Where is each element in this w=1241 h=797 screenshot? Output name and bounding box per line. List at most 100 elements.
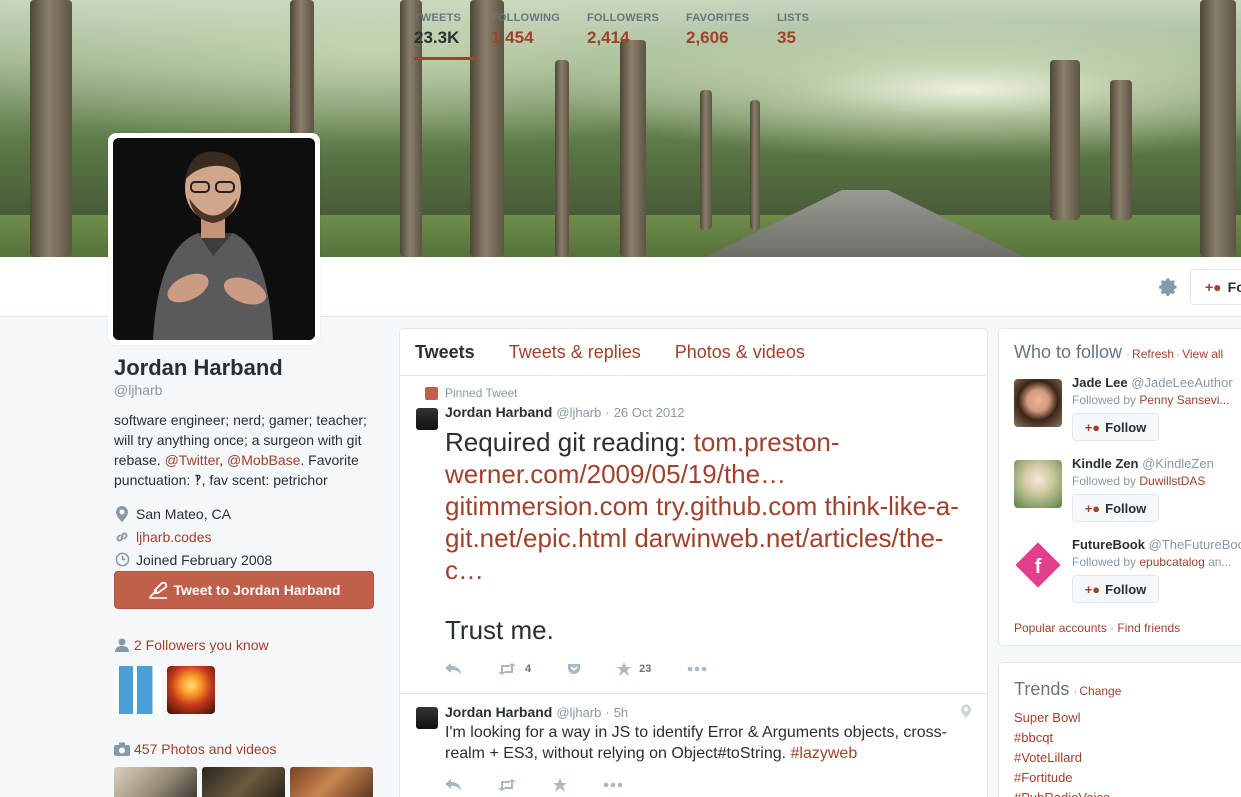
followers-you-know[interactable]: 2 Followers you know [114, 637, 269, 653]
pocket-icon[interactable] [567, 663, 581, 675]
follow-button[interactable]: +● Follow [1072, 413, 1159, 441]
suggestion-avatar[interactable] [1014, 460, 1062, 508]
more-icon[interactable] [603, 782, 623, 788]
suggestion-name[interactable]: Kindle Zen @KindleZen [1072, 456, 1241, 471]
stat-lists[interactable]: LISTS 35 [777, 12, 809, 60]
trend-item[interactable]: #VoteLillard [1014, 748, 1241, 768]
suggestion-fullname: FutureBook [1072, 537, 1145, 552]
link-icon [114, 530, 130, 544]
reply-icon[interactable] [445, 663, 461, 675]
more-icon[interactable] [687, 666, 707, 672]
pinned-text: Pinned Tweet [445, 386, 518, 400]
popular-accounts-link[interactable]: Popular accounts [1014, 621, 1107, 635]
followers-you-know-avatars [114, 666, 215, 714]
photo-thumbnail[interactable] [290, 767, 373, 797]
suggestion-item: Kindle Zen @KindleZen Followed by Duwill… [1014, 456, 1241, 526]
tweet-timestamp[interactable]: 5h [614, 705, 628, 720]
stat-tweets[interactable]: TWEETS 23.3K [414, 12, 476, 60]
tweet-link[interactable]: gitimmersion.com [445, 491, 649, 521]
location-pin-icon [114, 505, 130, 522]
title-separator: · [1176, 347, 1181, 361]
tweet-author-handle[interactable]: @ljharb [556, 705, 601, 720]
trend-item[interactable]: #bbcqt [1014, 728, 1241, 748]
tweet-header: Jordan Harband @ljharb · 26 Oct 2012 [445, 404, 972, 420]
hashtag-link[interactable]: #lazyweb [791, 745, 858, 762]
reply-icon[interactable] [445, 779, 461, 791]
stat-followers[interactable]: FOLLOWERS 2,414 [587, 12, 659, 60]
stat-favorites[interactable]: FAVORITES 2,606 [686, 12, 749, 60]
tab-tweets[interactable]: Tweets [415, 342, 475, 363]
retweet-icon [497, 663, 517, 675]
suggestion-handle: @TheFutureBoo [1148, 537, 1241, 552]
avatar[interactable] [108, 133, 320, 345]
website-link[interactable]: ljharb.codes [136, 529, 212, 545]
trend-item[interactable]: Super Bowl [1014, 708, 1241, 728]
profile-handle[interactable]: @ljharb [114, 382, 376, 398]
change-link[interactable]: Change [1079, 684, 1121, 698]
tweet-recent[interactable]: Jordan Harband @ljharb · 5h I'm looking … [400, 694, 987, 797]
followers-you-know-link[interactable]: 2 Followers you know [134, 637, 269, 653]
tweet-to-label: Tweet to Jordan Harband [173, 582, 341, 598]
tweet-avatar[interactable] [416, 707, 438, 729]
tweet-author-handle[interactable]: @ljharb [556, 405, 601, 420]
tweet-author-name[interactable]: Jordan Harband [445, 704, 552, 720]
suggestion-name[interactable]: Jade Lee @JadeLeeAuthor [1072, 375, 1241, 390]
location-pin-icon[interactable] [961, 704, 971, 721]
photo-thumbnail[interactable] [114, 767, 197, 797]
follow-button[interactable]: +● Fo [1190, 269, 1241, 305]
favorite-count: 23 [639, 663, 652, 675]
pin-icon [425, 386, 438, 400]
retweet-button[interactable]: 4 [497, 663, 531, 675]
trend-item[interactable]: #PubRadioVoice [1014, 788, 1241, 797]
retweet-count: 4 [525, 663, 532, 675]
tweet-pinned[interactable]: Pinned Tweet Jordan Harband @ljharb · 26… [400, 376, 987, 694]
find-friends-link[interactable]: Find friends [1117, 621, 1180, 635]
followed-by-name[interactable]: DuwillstDAS [1139, 474, 1205, 488]
tweet-avatar[interactable] [416, 408, 438, 430]
followed-by: Followed by DuwillstDAS [1072, 474, 1241, 488]
suggestion-fullname: Jade Lee [1072, 375, 1128, 390]
photo-thumbnail[interactable] [202, 767, 285, 797]
tweet-author-name[interactable]: Jordan Harband [445, 404, 552, 420]
suggestion-fullname: Kindle Zen [1072, 456, 1139, 471]
trend-item[interactable]: #Fortitude [1014, 768, 1241, 788]
refresh-link[interactable]: Refresh [1132, 347, 1174, 361]
profile-name[interactable]: Jordan Harband [114, 355, 376, 381]
follower-avatar[interactable] [114, 666, 162, 714]
quill-icon [148, 581, 168, 599]
suggestion-item: Jade Lee @JadeLeeAuthor Followed by Penn… [1014, 375, 1241, 445]
tweet-to-button[interactable]: Tweet to Jordan Harband [114, 571, 374, 609]
gear-icon[interactable] [1157, 276, 1179, 298]
trends-header: Trends · Change [1014, 679, 1241, 700]
follower-avatar[interactable] [167, 666, 215, 714]
stat-lists-label: LISTS [777, 12, 810, 24]
timeline: Tweets Tweets & replies Photos & videos … [399, 328, 988, 797]
followed-by-name[interactable]: epubcatalog [1139, 555, 1204, 569]
bio-link-mobbase[interactable]: @MobBase [227, 452, 300, 468]
profile-location: San Mateo, CA [114, 504, 376, 523]
star-icon[interactable] [553, 778, 567, 792]
calendar-clock-icon [114, 552, 130, 567]
view-all-link[interactable]: View all [1182, 347, 1223, 361]
retweet-icon[interactable] [497, 779, 517, 791]
bio-link-twitter[interactable]: @Twitter [165, 452, 220, 468]
followed-by-name[interactable]: Penny Sansevi... [1139, 393, 1229, 407]
follow-button[interactable]: +● Follow [1072, 575, 1159, 603]
follow-button[interactable]: +● Follow [1072, 494, 1159, 522]
photos-and-videos[interactable]: 457 Photos and videos [114, 741, 276, 757]
photos-and-videos-link[interactable]: 457 Photos and videos [134, 741, 276, 757]
tweet-link[interactable]: try.github.com [656, 491, 817, 521]
tab-tweets-and-replies[interactable]: Tweets & replies [509, 342, 641, 363]
suggestion-avatar[interactable] [1014, 379, 1062, 427]
tab-photos-and-videos[interactable]: Photos & videos [675, 342, 805, 363]
suggestion-handle: @KindleZen [1142, 456, 1214, 471]
stat-following-value: 1,454 [491, 28, 534, 47]
suggestion-name[interactable]: FutureBook @TheFutureBoo [1072, 537, 1241, 552]
tweet-text-intro: Required git reading: [445, 427, 694, 457]
favorite-button[interactable]: 23 [617, 662, 651, 676]
avatar-photo [113, 138, 315, 340]
tweet-timestamp[interactable]: 26 Oct 2012 [614, 405, 685, 420]
stat-following[interactable]: FOLLOWING 1,454 [491, 12, 560, 60]
suggestion-avatar[interactable]: f [1014, 541, 1062, 589]
tweet-text: Required git reading: tom.preston-werner… [445, 426, 972, 646]
